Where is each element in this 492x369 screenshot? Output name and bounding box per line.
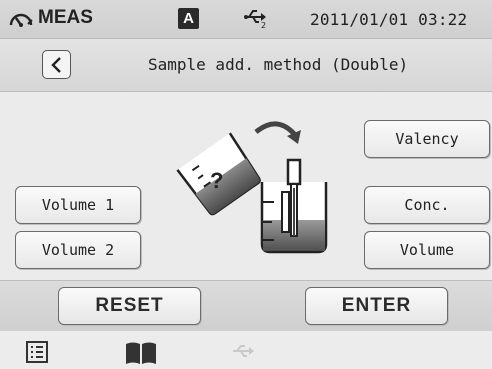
- sample-addition-illustration: ?: [170, 112, 345, 262]
- title-bar: Sample add. method (Double): [0, 39, 492, 92]
- nav-bar: [0, 331, 492, 369]
- datetime: 2011/01/01 03:22: [310, 10, 468, 29]
- conc-button[interactable]: Conc.: [364, 186, 490, 224]
- usb-icon: 2: [243, 7, 269, 34]
- back-button[interactable]: [42, 50, 71, 79]
- page-title: Sample add. method (Double): [148, 55, 409, 74]
- valency-button[interactable]: Valency: [364, 120, 490, 158]
- electrode-beaker-icon: [260, 158, 328, 254]
- status-bar: MEAS A 2 2011/01/01 03:22: [0, 0, 492, 39]
- svg-text:2: 2: [261, 21, 266, 29]
- volume-button[interactable]: Volume: [364, 231, 490, 269]
- book-icon[interactable]: [124, 341, 158, 369]
- volume-1-button[interactable]: Volume 1: [15, 186, 141, 224]
- gauge-icon: [8, 9, 34, 34]
- unknown-sample-label: ?: [210, 168, 223, 193]
- pour-arrow-icon: [254, 121, 298, 138]
- volume-2-button[interactable]: Volume 2: [15, 231, 141, 269]
- channel-badge: A: [178, 8, 199, 29]
- list-icon[interactable]: [26, 341, 48, 367]
- chevron-left-icon: [50, 56, 61, 73]
- action-bar: RESET ENTER: [0, 280, 492, 332]
- main-panel: Valency Volume 1 Conc. Volume 2 Volume ?: [0, 92, 492, 280]
- reset-button[interactable]: RESET: [58, 287, 201, 325]
- enter-button[interactable]: ENTER: [305, 287, 448, 325]
- usb-icon: [231, 343, 257, 363]
- mode-label: MEAS: [38, 7, 93, 28]
